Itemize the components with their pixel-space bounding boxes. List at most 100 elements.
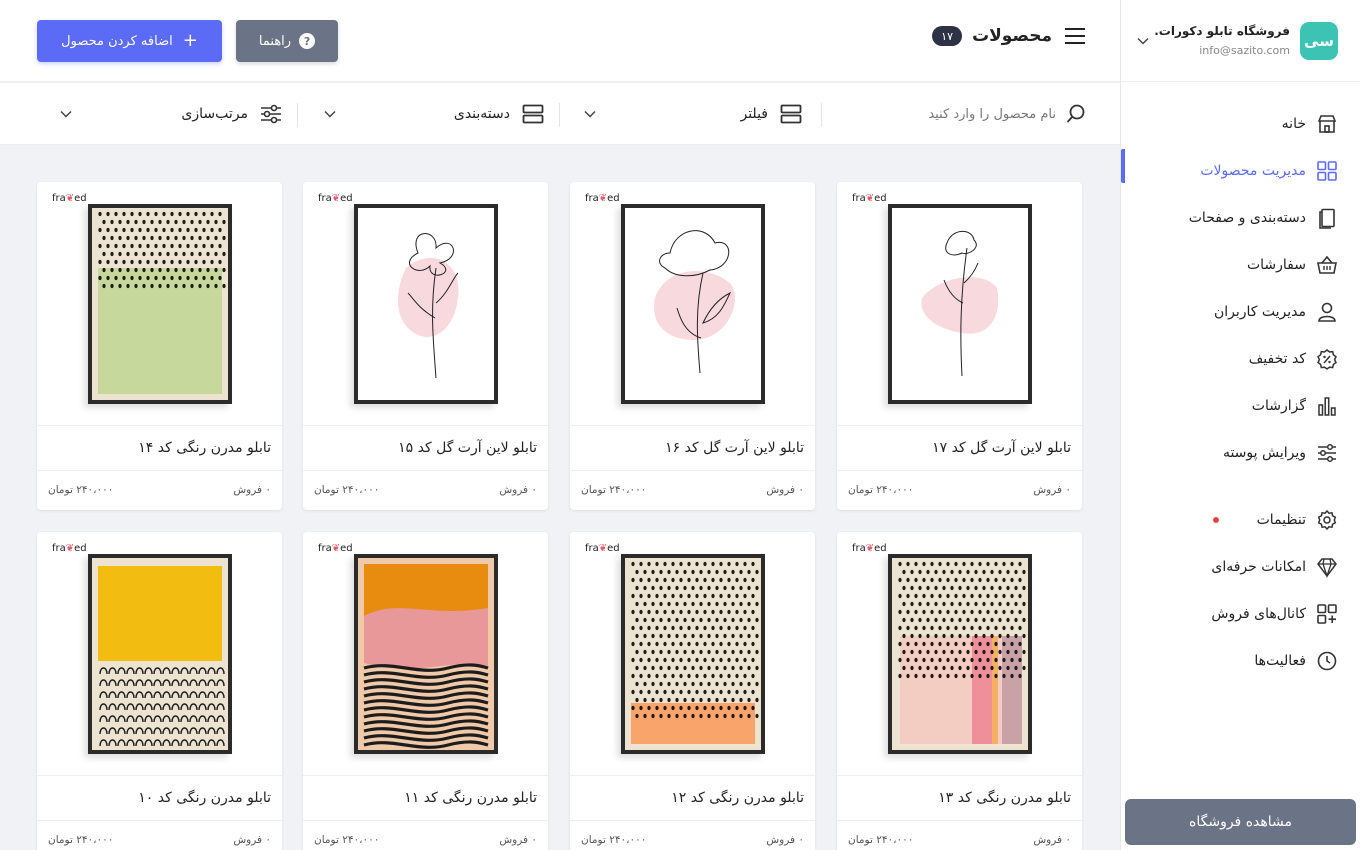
channels-icon [1316,603,1338,625]
sliders-icon [1316,442,1338,464]
product-thumbnail: fra❦ed [570,532,815,776]
store-info: فروشگاه تابلو دکورات... info@sazito.com [1153,24,1290,57]
sidebar-item[interactable]: سفارشات [1121,241,1360,288]
product-sales: ۰ فروش [766,834,804,846]
brand-logo: fra❦ed [52,543,87,554]
product-price: ۲۴۰،۰۰۰ تومان [581,834,647,846]
divider [559,103,560,127]
product-name: تابلو لاین آرت گل کد ۱۶ [570,426,815,471]
product-name: تابلو مدرن رنگی کد ۱۲ [570,776,815,821]
store-name: فروشگاه تابلو دکورات... [1153,24,1290,38]
product-name: تابلو مدرن رنگی کد ۱۱ [303,776,548,821]
product-meta: ۰ فروش ۲۴۰،۰۰۰ تومان [837,821,1082,850]
sidebar-item-label: ویرایش پوسته [1222,444,1306,461]
brand-logo: fra❦ed [318,543,353,554]
artwork-image [891,558,1028,750]
brand-logo: fra❦ed [585,543,620,554]
discount-icon [1316,348,1338,370]
artwork-frame [87,554,232,754]
chevron-down-icon [584,110,596,118]
chevron-down-icon[interactable] [1133,37,1153,45]
product-name: تابلو مدرن رنگی کد ۱۳ [837,776,1082,821]
page-header: محصولات ۱۷ [932,26,1086,46]
view-store-button[interactable]: مشاهده فروشگاه [1125,799,1356,845]
sidebar-item[interactable]: مدیریت کاربران [1121,288,1360,335]
product-card[interactable]: fra❦ed تابلو لاین آرت گل کد ۱۷ ۰ فروش ۲۴۰،۰… [837,182,1082,510]
sidebar-item[interactable]: کد تخفیف [1121,335,1360,382]
category-dropdown[interactable]: دسته‌بندی [324,83,544,145]
chart-icon [1316,395,1338,417]
product-meta: ۰ فروش ۲۴۰،۰۰۰ تومان [570,821,815,850]
product-meta: ۰ فروش ۲۴۰،۰۰۰ تومان [37,471,282,509]
search-icon [1066,104,1086,124]
pages-icon [1316,207,1338,229]
product-thumbnail: fra❦ed [837,182,1082,426]
product-card[interactable]: fra❦ed تابلو لاین آرت گل کد ۱۶ ۰ فروش ۲۴۰،۰… [570,182,815,510]
gear-icon [1316,509,1338,531]
hamburger-menu-icon[interactable] [1064,28,1086,44]
sidebar-item[interactable]: فعالیت‌ها [1121,637,1360,684]
product-card[interactable]: fra❦ed تابلو مدرن رنگی کد ۱۴ ۰ فروش ۲۴۰،۰۰۰… [37,182,282,510]
product-price: ۲۴۰،۰۰۰ تومان [314,484,380,496]
sidebar-item[interactable]: گزارشات [1121,382,1360,429]
product-card[interactable]: fra❦ed تابلو مدرن رنگی کد ۱۰ ۰ فروش ۲۴۰،۰۰۰… [37,532,282,850]
filter-dropdown[interactable]: فیلتر [584,83,802,145]
product-price: ۲۴۰،۰۰۰ تومان [48,484,114,496]
product-price: ۲۴۰،۰۰۰ تومان [314,834,380,846]
product-thumbnail: fra❦ed [37,532,282,776]
plus-icon: + [182,30,198,51]
sort-dropdown[interactable]: مرتب‌سازی [60,83,282,145]
store-email: info@sazito.com [1199,44,1290,57]
product-thumbnail: fra❦ed [837,532,1082,776]
sidebar-item[interactable]: کانال‌های فروش [1121,590,1360,637]
sidebar-item-label: دسته‌بندی و صفحات [1188,209,1306,226]
product-name: تابلو لاین آرت گل کد ۱۵ [303,426,548,471]
product-thumbnail: fra❦ed [303,532,548,776]
product-sales: ۰ فروش [499,834,537,846]
product-thumbnail: fra❦ed [37,182,282,426]
artwork-frame [353,204,498,404]
sidebar-item[interactable]: خانه [1121,100,1360,147]
product-card[interactable]: fra❦ed تابلو مدرن رنگی کد ۱۱ ۰ فروش ۲۴۰،۰۰۰… [303,532,548,850]
artwork-frame [887,554,1032,754]
sidebar-item-label: مدیریت محصولات [1200,162,1306,179]
sidebar-item-label: گزارشات [1251,397,1306,414]
product-meta: ۰ فروش ۲۴۰،۰۰۰ تومان [570,471,815,509]
product-name: تابلو لاین آرت گل کد ۱۷ [837,426,1082,471]
artwork-image [624,208,761,400]
sidebar-item[interactable]: مدیریت محصولات [1121,147,1360,194]
product-sales: ۰ فروش [499,484,537,496]
sidebar-item[interactable]: ویرایش پوسته [1121,429,1360,476]
product-card[interactable]: fra❦ed تابلو لاین آرت گل کد ۱۵ ۰ فروش ۲۴۰،۰… [303,182,548,510]
guide-button[interactable]: ? راهنما [236,20,338,62]
product-thumbnail: fra❦ed [570,182,815,426]
sort-label: مرتب‌سازی [181,106,248,122]
product-card[interactable]: fra❦ed تابلو مدرن رنگی کد ۱۳ ۰ فروش ۲۴۰،۰۰۰… [837,532,1082,850]
add-product-label: اضافه کردن محصول [61,33,173,49]
product-price: ۲۴۰،۰۰۰ تومان [848,484,914,496]
artwork-image [357,558,494,750]
filter-bar: فیلتر دسته‌بندی مرتب‌سازی [0,83,1120,145]
store-switcher[interactable]: سی فروشگاه تابلو دکورات... info@sazito.c… [1121,0,1360,82]
sidebar-item[interactable]: تنظیمات [1121,496,1360,543]
product-card[interactable]: fra❦ed تابلو مدرن رنگی کد ۱۲ ۰ فروش ۲۴۰،۰۰۰… [570,532,815,850]
divider [821,103,822,127]
sidebar-item[interactable]: دسته‌بندی و صفحات [1121,194,1360,241]
sidebar-item-label: کد تخفیف [1248,350,1306,367]
brand-logo: fra❦ed [318,193,353,204]
add-product-button[interactable]: + اضافه کردن محصول [37,20,222,62]
product-sales: ۰ فروش [1033,484,1071,496]
product-sales: ۰ فروش [233,484,271,496]
sidebar-item[interactable]: امکانات حرفه‌ای [1121,543,1360,590]
basket-icon [1316,254,1338,276]
sidebar-item-label: سفارشات [1246,256,1306,273]
product-thumbnail: fra❦ed [303,182,548,426]
brand-logo: fra❦ed [852,543,887,554]
product-meta: ۰ فروش ۲۴۰،۰۰۰ تومان [303,821,548,850]
product-count-badge: ۱۷ [932,26,963,46]
brand-logo: fra❦ed [852,193,887,204]
category-label: دسته‌بندی [453,106,510,122]
filter-icon [780,104,802,124]
artwork-image [624,558,761,750]
search-input[interactable] [896,106,1056,122]
